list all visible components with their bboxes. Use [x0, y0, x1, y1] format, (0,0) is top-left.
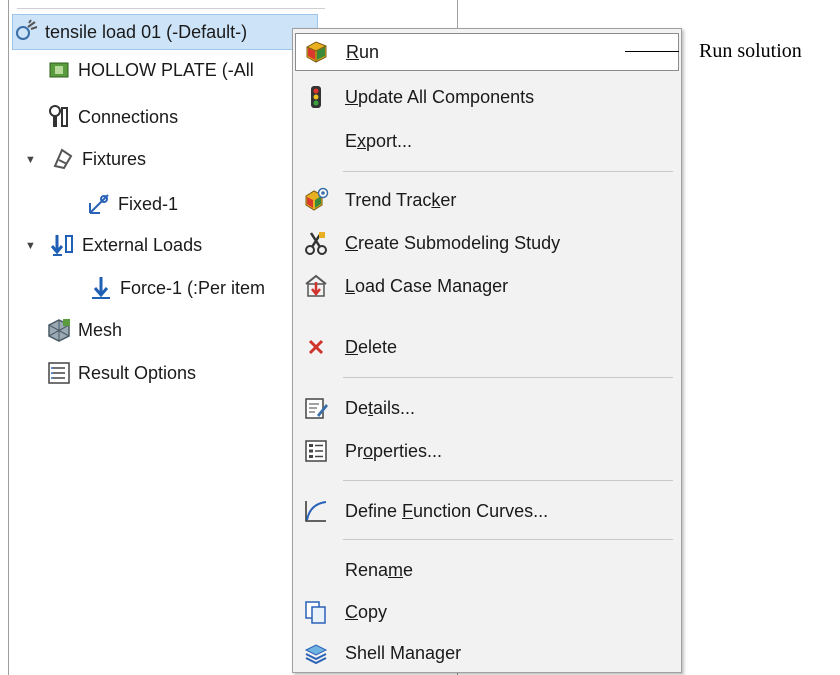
- callout-run-solution: Run solution: [699, 40, 802, 62]
- tree-top-divider: [17, 8, 325, 9]
- traffic-light-icon: [303, 84, 329, 110]
- fixtures-expander-icon[interactable]: ▼: [25, 154, 36, 166]
- callout-leader-line: [625, 51, 679, 52]
- menu-item-load-case-manager[interactable]: Load Case Manager: [295, 267, 679, 305]
- menu-item-copy[interactable]: Copy: [295, 593, 679, 631]
- menu-separator: [343, 480, 673, 481]
- menu-item-update-all-components[interactable]: Update All Components: [295, 78, 679, 116]
- menu-separator: [343, 377, 673, 378]
- tree-item-mesh[interactable]: Mesh: [46, 312, 122, 348]
- part-icon: [46, 57, 72, 83]
- tree-item-force-1[interactable]: Force-1 (:Per item: [88, 270, 265, 306]
- connections-icon: [46, 104, 72, 130]
- details-icon: [303, 395, 329, 421]
- menu-item-details[interactable]: Details...: [295, 389, 679, 427]
- scissors-icon: [303, 230, 329, 256]
- menu-item-rename[interactable]: Rename: [295, 551, 679, 589]
- run-icon: [304, 39, 330, 65]
- external-loads-expander-icon[interactable]: ▼: [25, 240, 36, 252]
- tree-item-label: Result Options: [78, 362, 197, 383]
- tree-item-fixtures[interactable]: Fixtures: [50, 141, 146, 177]
- mesh-icon: [46, 317, 72, 343]
- tree-item-hollow-plate[interactable]: HOLLOW PLATE (-All: [46, 52, 254, 88]
- study-icon: [13, 19, 39, 45]
- menu-item-define-function-curves[interactable]: Define Function Curves...: [295, 492, 679, 530]
- external-loads-icon: [50, 232, 76, 258]
- menu-item-trend-tracker[interactable]: Trend Tracker: [295, 181, 679, 219]
- tree-item-study[interactable]: tensile load 01 (-Default-): [12, 14, 318, 50]
- shell-manager-icon: [303, 640, 329, 666]
- tree-item-label: tensile load 01 (-Default-): [45, 21, 248, 42]
- tree-item-label: External Loads: [82, 234, 203, 255]
- menu-item-shell-manager[interactable]: Shell Manager: [295, 634, 679, 672]
- tree-item-label: Connections: [78, 106, 179, 127]
- tree-item-label: HOLLOW PLATE (-All: [78, 59, 254, 80]
- tree-item-label: Fixtures: [82, 148, 147, 169]
- menu-item-properties[interactable]: Properties...: [295, 432, 679, 470]
- menu-item-export[interactable]: Export...: [295, 122, 679, 160]
- tree-item-connections[interactable]: Connections: [46, 99, 178, 135]
- fixed-icon: [86, 191, 112, 217]
- tree-item-result-options[interactable]: Result Options: [46, 355, 196, 391]
- menu-item-delete[interactable]: Delete: [295, 328, 679, 366]
- context-menu: Run Update All Components Export... Tren…: [292, 28, 682, 673]
- function-curve-icon: [303, 498, 329, 524]
- result-options-icon: [46, 360, 72, 386]
- tree-item-external-loads[interactable]: External Loads: [50, 227, 202, 263]
- menu-separator: [343, 539, 673, 540]
- menu-separator: [343, 171, 673, 172]
- tree-item-label: Mesh: [78, 319, 123, 340]
- delete-icon: [303, 334, 329, 360]
- tree-item-label: Force-1 (:Per item: [120, 277, 266, 298]
- tree-item-label: Fixed-1: [118, 193, 179, 214]
- properties-icon: [303, 438, 329, 464]
- tree-item-fixed-1[interactable]: Fixed-1: [86, 186, 178, 222]
- copy-icon: [303, 599, 329, 625]
- trend-tracker-icon: [303, 187, 329, 213]
- menu-item-create-submodeling-study[interactable]: Create Submodeling Study: [295, 224, 679, 262]
- menu-item-run[interactable]: Run: [295, 33, 679, 71]
- fixtures-icon: [50, 146, 76, 172]
- load-case-icon: [303, 273, 329, 299]
- force-icon: [88, 275, 114, 301]
